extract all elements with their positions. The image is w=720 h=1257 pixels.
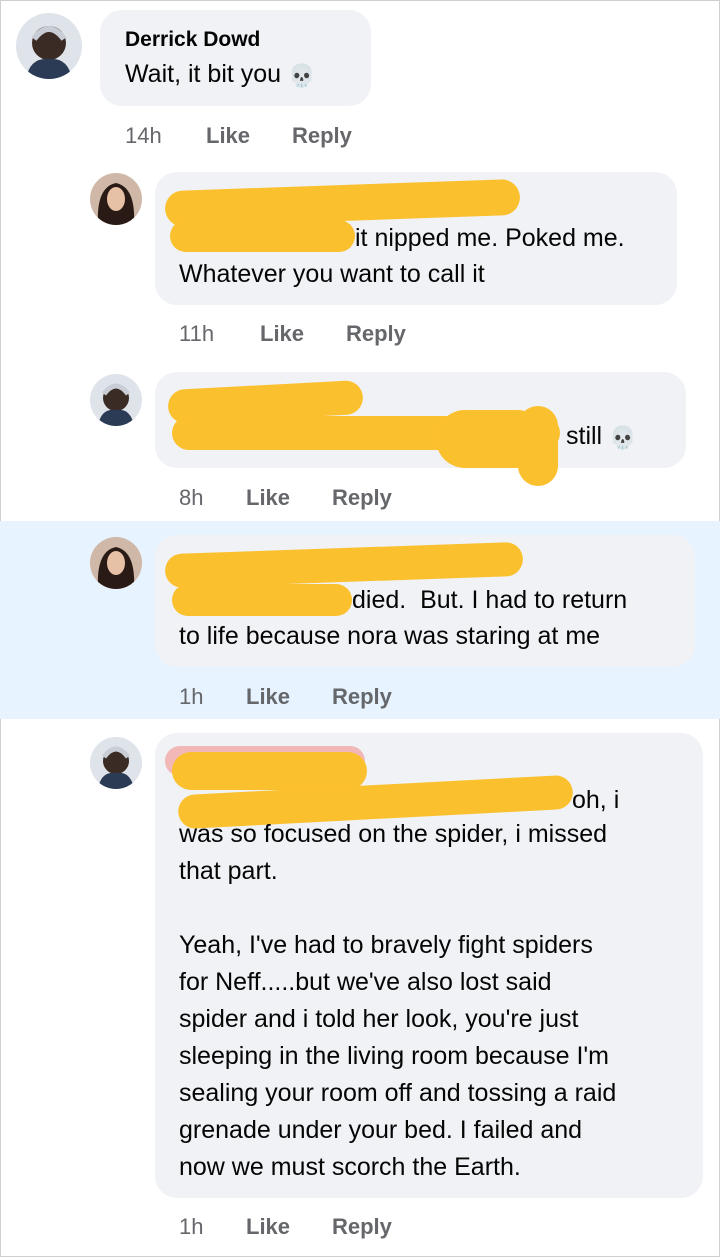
avatar[interactable] [90,374,142,426]
comment-time[interactable]: 1h [179,1214,203,1240]
comment-text: was so focused on the spider, i missed t… [179,820,617,1181]
reply-button[interactable]: Reply [346,321,406,347]
redaction-mark [172,584,352,616]
avatar[interactable] [16,13,82,79]
comment-time[interactable]: 8h [179,485,203,511]
comment-author[interactable]: Derrick Dowd [125,28,260,52]
like-button[interactable]: Like [246,1214,290,1240]
comment-text: it nipped me. Poked me. [355,224,625,252]
comment-text: died. But. I had to return [352,586,628,614]
redaction-mark [172,752,367,790]
comment-text-tail: still [566,422,603,450]
redaction-mark [170,220,355,252]
comment-time[interactable]: 1h [179,684,203,710]
comment-text: Whatever you want to call it [179,260,485,288]
avatar[interactable] [90,537,142,589]
like-button[interactable]: Like [246,684,290,710]
like-button[interactable]: Like [206,123,250,149]
reply-button[interactable]: Reply [332,1214,392,1240]
comment-text: to life because nora was staring at me [179,622,601,650]
like-button[interactable]: Like [260,321,304,347]
redaction-mark [518,406,558,486]
reply-button[interactable]: Reply [332,684,392,710]
comment-time[interactable]: 11h [179,321,214,347]
avatar[interactable] [90,737,142,789]
reply-button[interactable]: Reply [292,123,352,149]
skull-emoji-icon: 💀 [288,62,316,88]
avatar[interactable] [90,173,142,225]
skull-emoji-icon: 💀 [609,424,637,450]
like-button[interactable]: Like [246,485,290,511]
comment-text: still 💀 [566,418,636,456]
reply-button[interactable]: Reply [332,485,392,511]
comment-time[interactable]: 14h [125,123,162,149]
comment-text-line: Wait, it bit you [125,60,282,88]
comment-text: oh, i [572,786,620,814]
comment-text: Wait, it bit you 💀 [125,56,315,94]
